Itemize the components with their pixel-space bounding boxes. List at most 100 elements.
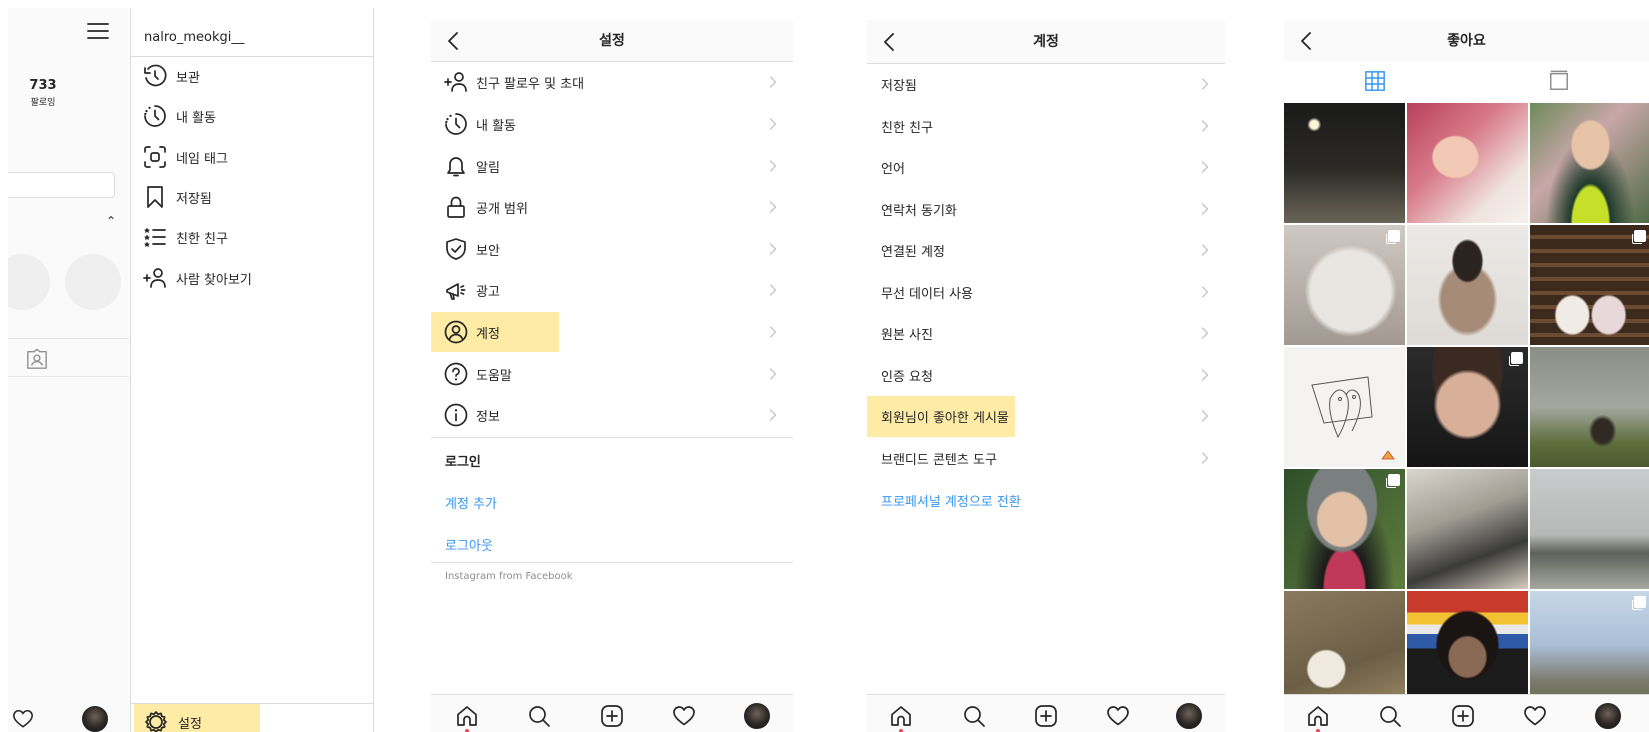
page-title: 계정 bbox=[1033, 34, 1059, 50]
post-thumbnail[interactable] bbox=[1530, 469, 1649, 589]
account-item-verification[interactable]: 인증 요청 bbox=[867, 354, 1225, 396]
chevron-right-icon bbox=[769, 368, 777, 380]
new-post-icon[interactable] bbox=[600, 704, 624, 728]
following-count[interactable]: 733 bbox=[28, 78, 58, 93]
drawer-item-close-friends[interactable]: 친한 친구 bbox=[143, 222, 368, 252]
settings-item-about[interactable]: 정보 bbox=[431, 394, 793, 436]
drawer-item-saved[interactable]: 저장됨 bbox=[143, 182, 368, 212]
account-item-liked-posts[interactable]: 회원님이 좋아한 게시물 bbox=[867, 395, 1225, 437]
heart-icon[interactable] bbox=[672, 704, 696, 728]
avatar[interactable] bbox=[1176, 703, 1202, 729]
switch-professional-link[interactable]: 프로페셔널 계정으로 전환 bbox=[881, 491, 1021, 510]
following-label[interactable]: 팔로잉 bbox=[28, 95, 58, 108]
avatar[interactable] bbox=[744, 703, 770, 729]
drawer-item-activity[interactable]: 내 활동 bbox=[143, 101, 368, 131]
settings-item-follow-invite[interactable]: 친구 팔로우 및 초대 bbox=[431, 61, 793, 103]
post-thumbnail[interactable] bbox=[1284, 347, 1405, 467]
chevron-right-icon bbox=[769, 284, 777, 296]
settings-item-notifications[interactable]: 알림 bbox=[431, 145, 793, 187]
search-icon[interactable] bbox=[527, 704, 551, 728]
chevron-up-icon[interactable]: ⌃ bbox=[106, 214, 116, 228]
drawer-item-nametag[interactable]: 네임 태그 bbox=[143, 142, 368, 172]
lock-icon bbox=[444, 195, 468, 219]
account-item-cellular-data[interactable]: 무선 데이터 사용 bbox=[867, 271, 1225, 313]
account-item-linked-accounts[interactable]: 연결된 계정 bbox=[867, 229, 1225, 271]
settings-screen: 설정 친구 팔로우 및 초대 내 활동 알림 공개 범위 보안 광고 계정 도움 bbox=[431, 20, 793, 732]
settings-item-ads[interactable]: 광고 bbox=[431, 269, 793, 311]
chevron-right-icon bbox=[1201, 327, 1209, 339]
account-item-branded-content[interactable]: 브랜디드 콘텐츠 도구 bbox=[867, 437, 1225, 479]
post-thumbnail[interactable] bbox=[1284, 103, 1405, 223]
drawer-item-archive[interactable]: 보관 bbox=[143, 61, 368, 91]
post-thumbnail[interactable] bbox=[1530, 225, 1649, 345]
heart-icon[interactable] bbox=[1523, 704, 1547, 728]
settings-item-account[interactable]: 계정 bbox=[431, 311, 793, 353]
account-item-close-friends[interactable]: 친한 친구 bbox=[867, 105, 1225, 147]
grid-icon[interactable] bbox=[1364, 70, 1386, 92]
page-title: 설정 bbox=[599, 33, 625, 49]
search-icon[interactable] bbox=[962, 704, 986, 728]
divider bbox=[431, 437, 793, 438]
chevron-right-icon bbox=[1201, 161, 1209, 173]
account-item-label: 회원님이 좋아한 게시물 bbox=[881, 410, 1009, 426]
account-item-label: 연락처 동기화 bbox=[881, 203, 957, 219]
post-thumbnail[interactable] bbox=[1407, 347, 1528, 467]
settings-item-security[interactable]: 보안 bbox=[431, 228, 793, 270]
heart-icon[interactable] bbox=[12, 708, 34, 730]
new-post-icon[interactable] bbox=[1034, 704, 1058, 728]
account-item-original-photos[interactable]: 원본 사진 bbox=[867, 312, 1225, 354]
settings-item-activity[interactable]: 내 활동 bbox=[431, 103, 793, 145]
footer-text: Instagram from Facebook bbox=[445, 571, 573, 582]
settings-item-label: 알림 bbox=[476, 160, 500, 176]
post-thumbnail[interactable] bbox=[1407, 225, 1528, 345]
post-thumbnail[interactable] bbox=[1407, 469, 1528, 589]
post-thumbnail[interactable] bbox=[1407, 591, 1528, 711]
profile-drawer-screen: 733 팔로잉 ⌃ nalro_meokgi__ 보관 내 활동 네임 태그 저… bbox=[8, 8, 374, 732]
heart-icon[interactable] bbox=[1106, 704, 1130, 728]
story-highlight[interactable] bbox=[65, 254, 121, 310]
account-item-label: 무선 데이터 사용 bbox=[881, 286, 973, 302]
home-icon[interactable] bbox=[1306, 704, 1330, 728]
tagged-photos-icon[interactable] bbox=[26, 348, 48, 370]
account-item-saved[interactable]: 저장됨 bbox=[867, 63, 1225, 105]
avatar[interactable] bbox=[1595, 703, 1621, 729]
logout-link[interactable]: 로그아웃 bbox=[445, 535, 493, 554]
account-item-label: 연결된 계정 bbox=[881, 244, 945, 260]
home-icon[interactable] bbox=[455, 704, 479, 728]
chevron-right-icon bbox=[1201, 120, 1209, 132]
account-item-language[interactable]: 언어 bbox=[867, 146, 1225, 188]
multiple-photos-icon bbox=[1632, 596, 1646, 610]
post-thumbnail[interactable] bbox=[1284, 591, 1405, 711]
view-tabs bbox=[1284, 62, 1649, 102]
home-icon[interactable] bbox=[889, 704, 913, 728]
avatar[interactable] bbox=[82, 706, 108, 732]
liked-header: 좋아요 bbox=[1284, 20, 1649, 62]
drawer-item-discover-people[interactable]: 사람 찾아보기 bbox=[143, 263, 368, 293]
story-highlight[interactable] bbox=[8, 254, 50, 310]
profile-edit-field[interactable] bbox=[8, 172, 115, 198]
search-icon[interactable] bbox=[1378, 704, 1402, 728]
post-thumbnail[interactable] bbox=[1407, 103, 1528, 223]
post-thumbnail[interactable] bbox=[1530, 591, 1649, 711]
post-thumbnail[interactable] bbox=[1284, 225, 1405, 345]
post-thumbnail[interactable] bbox=[1530, 347, 1649, 467]
post-thumbnail[interactable] bbox=[1530, 103, 1649, 223]
drawer-settings-button[interactable]: 설정 bbox=[134, 704, 260, 732]
account-item-contacts-sync[interactable]: 연락처 동기화 bbox=[867, 188, 1225, 230]
activity-icon bbox=[444, 112, 468, 136]
account-item-label: 저장됨 bbox=[881, 78, 917, 94]
chevron-right-icon bbox=[769, 243, 777, 255]
new-post-icon[interactable] bbox=[1451, 704, 1475, 728]
account-item-label: 친한 친구 bbox=[881, 120, 933, 136]
help-icon bbox=[444, 362, 468, 386]
settings-item-privacy[interactable]: 공개 범위 bbox=[431, 186, 793, 228]
drawer-item-label: 친한 친구 bbox=[176, 231, 228, 247]
settings-item-help[interactable]: 도움말 bbox=[431, 353, 793, 395]
hamburger-menu-icon[interactable] bbox=[87, 22, 109, 40]
add-account-link[interactable]: 계정 추가 bbox=[445, 493, 497, 512]
settings-item-label: 공개 범위 bbox=[476, 201, 528, 217]
settings-header: 설정 bbox=[431, 20, 793, 62]
post-thumbnail[interactable] bbox=[1284, 469, 1405, 589]
feed-view-icon[interactable] bbox=[1548, 70, 1570, 92]
chevron-right-icon bbox=[1201, 452, 1209, 464]
